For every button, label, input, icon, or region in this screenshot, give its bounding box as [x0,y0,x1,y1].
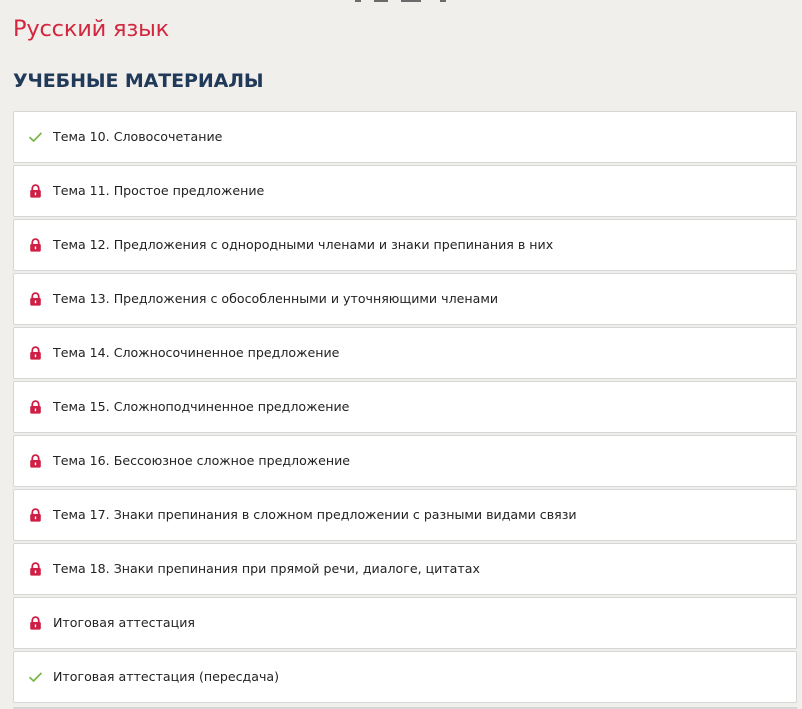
lesson-item[interactable]: Итоговая аттестация [13,597,797,649]
lesson-label: Тема 18. Знаки препинания при прямой реч… [53,561,480,576]
lesson-item[interactable]: Тема 14. Сложносочиненное предложение [13,327,797,379]
lesson-label: Тема 12. Предложения с однородными члена… [53,237,554,252]
subject-title: Русский язык [13,16,170,42]
lesson-item[interactable]: Тема 13. Предложения с обособленными и у… [13,273,797,325]
lesson-item[interactable]: Тема 11. Простое предложение [13,165,797,217]
lesson-list: Тема 10. Словосочетание Тема 11. Простое … [13,111,797,705]
lesson-label: Итоговая аттестация [53,615,195,630]
lock-icon [28,399,43,415]
lock-icon [28,615,43,631]
lesson-item[interactable]: Итоговая аттестация (пересдача) [13,651,797,703]
lesson-label: Тема 17. Знаки препинания в сложном пред… [53,507,577,522]
lesson-label: Тема 15. Сложноподчиненное предложение [53,399,350,414]
lesson-item[interactable]: Тема 18. Знаки препинания при прямой реч… [13,543,797,595]
lock-icon [28,507,43,523]
lock-icon [28,453,43,469]
lesson-label: Итоговая аттестация (пересдача) [53,669,280,684]
check-icon [28,129,43,145]
lesson-item[interactable]: Тема 15. Сложноподчиненное предложение [13,381,797,433]
lesson-item[interactable]: Тема 16. Бессоюзное сложное предложение [13,435,797,487]
cropped-top-edge [0,0,802,3]
lesson-item[interactable]: Тема 10. Словосочетание [13,111,797,163]
lock-icon [28,183,43,199]
lesson-label: Тема 13. Предложения с обособленными и у… [53,291,498,306]
lock-icon [28,291,43,307]
lock-icon [28,345,43,361]
lesson-item[interactable]: Тема 12. Предложения с однородными члена… [13,219,797,271]
lesson-item[interactable]: Тема 17. Знаки препинания в сложном пред… [13,489,797,541]
lesson-label: Тема 11. Простое предложение [53,183,265,198]
lesson-label: Тема 14. Сложносочиненное предложение [53,345,340,360]
section-title: УЧЕБНЫЕ МАТЕРИАЛЫ [13,70,264,92]
lesson-label: Тема 10. Словосочетание [53,129,223,144]
lesson-label: Тема 16. Бессоюзное сложное предложение [53,453,351,468]
lock-icon [28,237,43,253]
check-icon [28,669,43,685]
lock-icon [28,561,43,577]
